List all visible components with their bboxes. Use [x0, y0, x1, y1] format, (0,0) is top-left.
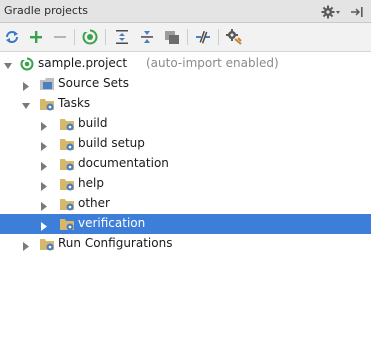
chevron-right-icon[interactable] — [40, 140, 48, 151]
execute-task-icon[interactable] — [81, 28, 99, 46]
chevron-right-icon[interactable] — [40, 120, 48, 131]
chevron-right-icon[interactable] — [22, 240, 30, 251]
chevron-right-icon[interactable] — [40, 200, 48, 211]
task-folder-icon — [59, 176, 75, 192]
tree-label-task-group: build setup — [78, 136, 145, 150]
toggle-offline-icon[interactable] — [194, 28, 212, 46]
tree-row-run-configurations[interactable]: Run Configurations — [0, 234, 371, 254]
task-folder-icon — [59, 196, 75, 212]
hide-panel-icon[interactable] — [349, 4, 365, 20]
gradle-project-icon — [19, 56, 35, 72]
panel-title: Gradle projects — [4, 4, 88, 17]
remove-icon[interactable] — [51, 28, 69, 46]
tree-row-task-group-selected[interactable]: verification — [0, 214, 371, 234]
tree-label-source-sets: Source Sets — [58, 76, 129, 90]
expand-all-icon[interactable] — [113, 28, 131, 46]
tree-row-tasks[interactable]: Tasks — [0, 94, 371, 114]
tree-label-run-configurations: Run Configurations — [58, 236, 173, 250]
tree-row-task-group[interactable]: documentation — [0, 154, 371, 174]
tree-label-tasks: Tasks — [58, 96, 91, 110]
tree-row-source-sets[interactable]: Source Sets — [0, 74, 371, 94]
chevron-right-icon[interactable] — [22, 80, 30, 91]
add-icon[interactable] — [27, 28, 45, 46]
tree-label-task-group: build — [78, 116, 108, 130]
chevron-right-icon[interactable] — [40, 180, 48, 191]
chevron-down-icon[interactable] — [22, 100, 30, 109]
toolbar-separator — [74, 29, 75, 45]
toolbar-separator — [218, 29, 219, 45]
toolbar — [0, 23, 371, 52]
task-folder-icon — [59, 216, 75, 232]
chevron-right-icon[interactable] — [40, 220, 48, 231]
task-folder-icon — [59, 116, 75, 132]
gear-icon[interactable] — [321, 4, 341, 20]
toolbar-separator — [187, 29, 188, 45]
tree-label-task-group: other — [78, 196, 110, 210]
attach-project-icon[interactable] — [163, 28, 181, 46]
toolbar-separator — [105, 29, 106, 45]
gradle-settings-icon[interactable] — [225, 28, 243, 46]
tree-row-task-group[interactable]: help — [0, 174, 371, 194]
project-note: (auto-import enabled) — [146, 56, 279, 70]
tree-row-task-group[interactable]: other — [0, 194, 371, 214]
tree-row-project[interactable]: sample.project (auto-import enabled) — [0, 54, 371, 74]
task-folder-icon — [39, 96, 55, 112]
project-name: sample.project — [38, 56, 128, 70]
tree-label-task-group: verification — [78, 216, 146, 230]
source-sets-icon — [39, 76, 55, 92]
tree-row-task-group[interactable]: build setup — [0, 134, 371, 154]
refresh-icon[interactable] — [3, 28, 21, 46]
chevron-right-icon[interactable] — [40, 160, 48, 171]
tree-label-task-group: help — [78, 176, 104, 190]
chevron-down-icon[interactable] — [4, 60, 12, 69]
task-folder-icon — [59, 136, 75, 152]
run-configurations-icon — [39, 236, 55, 252]
panel-header: Gradle projects — [0, 0, 371, 23]
task-folder-icon — [59, 156, 75, 172]
collapse-all-icon[interactable] — [138, 28, 156, 46]
tree-row-task-group[interactable]: build — [0, 114, 371, 134]
tree-label-task-group: documentation — [78, 156, 169, 170]
